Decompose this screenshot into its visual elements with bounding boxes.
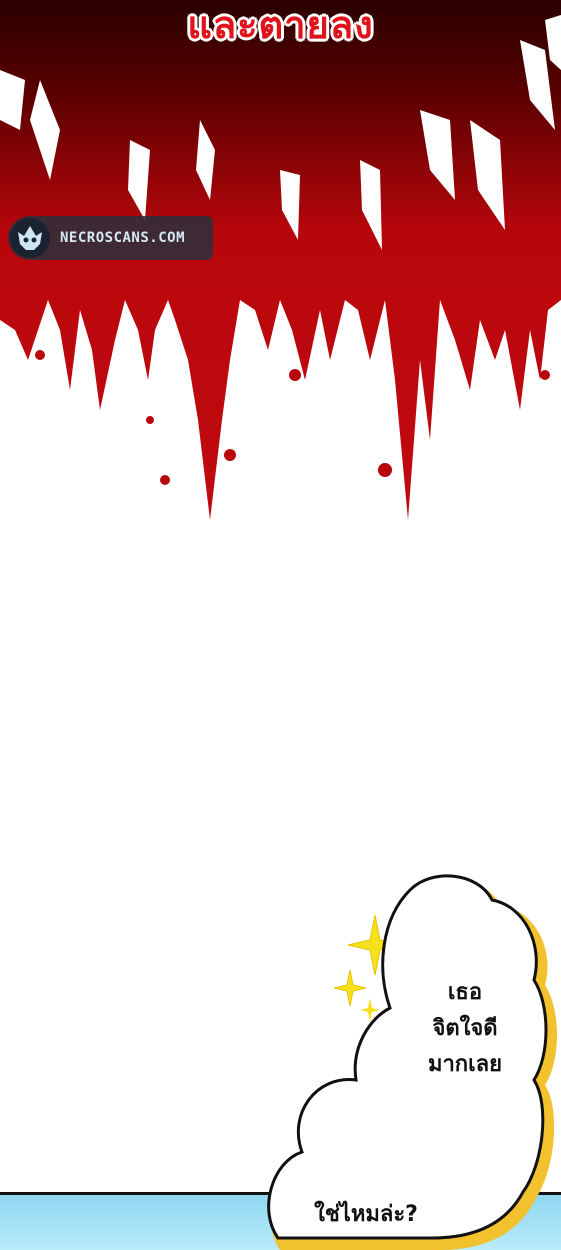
caption-title: และตายลง (187, 3, 374, 47)
speech-line: เธอ (447, 980, 483, 1005)
watermark-badge: NECROSCANS.COM (8, 216, 213, 260)
watermark-site-text: NECROSCANS.COM (60, 230, 186, 246)
speech-question: ใช่ไหมล่ะ? (314, 1202, 418, 1227)
blood-splatter (0, 0, 561, 520)
speech-line: จิตใจดี (432, 1016, 498, 1041)
demon-skull-icon (10, 218, 50, 258)
comic-panel: และตายลง NECROSCANS.COM เธอ จิตใจดี มากเ… (0, 0, 561, 1250)
speech-bubble-text: เธอ จิตใจดี มากเลย (390, 975, 540, 1083)
speech-line: มากเลย (427, 1052, 503, 1077)
